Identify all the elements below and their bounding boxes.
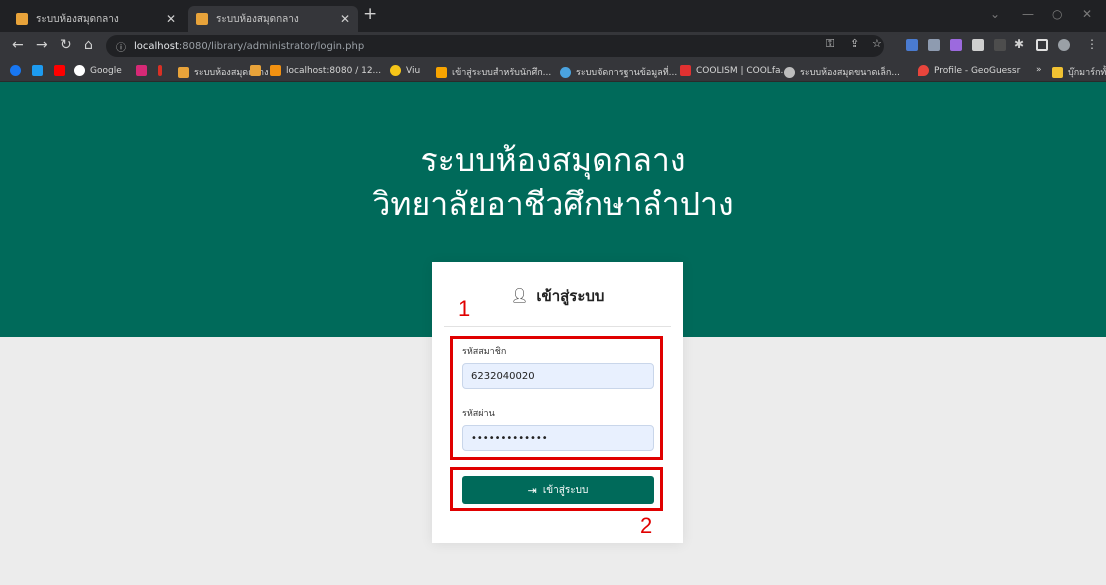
close-window-icon[interactable]: ✕ xyxy=(1082,7,1092,21)
page-subtitle: วิทยาลัยอาชีวศึกษาลำปาง xyxy=(372,185,734,223)
site-icon xyxy=(436,66,447,78)
browser-tab[interactable]: ระบบห้องสมุดกลาง ✕ xyxy=(8,6,184,32)
bookmark-label: Viu xyxy=(406,65,421,76)
page-content: ระบบห้องสมุดกลาง วิทยาลัยอาชีวศึกษาลำปาง… xyxy=(0,82,1106,585)
double-chevron-icon: » xyxy=(1036,65,1042,75)
bookmark-label: Google xyxy=(90,65,122,76)
minimize-icon[interactable]: — xyxy=(1022,7,1034,21)
menu-dots-icon[interactable]: ⋮ xyxy=(1086,37,1098,51)
bookmark-database[interactable]: ระบบจัดการฐานข้อมูลที่... xyxy=(560,65,677,79)
back-icon[interactable]: ← xyxy=(12,37,24,53)
bookmark-youtube[interactable] xyxy=(54,65,70,76)
bookmark-small-library[interactable]: ระบบห้องสมุดขนาดเล็ก... xyxy=(784,65,900,79)
info-icon[interactable]: ⓘ xyxy=(116,39,126,54)
extension-icon[interactable] xyxy=(950,39,962,51)
bookmark-item[interactable] xyxy=(250,65,266,76)
translate-extension-icon[interactable] xyxy=(906,39,918,51)
phpmyadmin-icon xyxy=(270,65,281,76)
divider xyxy=(444,326,671,327)
bookmark-all[interactable]: บุ๊กมาร์กทั้งหมด xyxy=(1052,65,1106,79)
close-icon[interactable]: ✕ xyxy=(166,12,176,26)
address-bar[interactable]: ⓘ localhost :8080/library/administrator/… xyxy=(106,35,884,57)
site-icon xyxy=(178,66,189,78)
key-icon[interactable]: ⚿ xyxy=(826,37,834,51)
bookmark-label: ระบบห้องสมุดขนาดเล็ก... xyxy=(800,68,900,78)
instagram-icon xyxy=(136,65,147,76)
bookmark-label: COOLISM | COOLfa... xyxy=(696,65,790,76)
browser-toolbar: ← → ↻ ⌂ ⓘ localhost :8080/library/admini… xyxy=(0,32,1106,60)
bookmark-icon xyxy=(158,65,162,76)
extensions-puzzle-icon[interactable]: ✱ xyxy=(1014,37,1024,51)
bookmark-facebook[interactable] xyxy=(10,65,26,76)
home-icon[interactable]: ⌂ xyxy=(84,37,93,53)
extension-icon[interactable] xyxy=(994,39,1006,51)
avatar[interactable] xyxy=(1058,39,1070,51)
bookmark-instagram[interactable] xyxy=(136,65,152,76)
site-favicon-icon xyxy=(196,13,208,25)
annotation-number-2: 2 xyxy=(640,513,653,538)
browser-tab-active[interactable]: ระบบห้องสมุดกลาง ✕ xyxy=(188,6,358,32)
bookmark-viu[interactable]: Viu xyxy=(390,65,420,76)
login-heading-text: เข้าสู่ระบบ xyxy=(536,287,605,305)
bookmark-label: localhost:8080 / 12... xyxy=(286,65,382,76)
bookmark-label: เข้าสู่ระบบสำหรับนักศึก... xyxy=(452,68,552,78)
bookmark-label: ระบบจัดการฐานข้อมูลที่... xyxy=(576,68,678,78)
twitter-icon xyxy=(32,65,43,76)
star-icon[interactable]: ☆ xyxy=(872,37,882,50)
forward-icon[interactable]: → xyxy=(36,37,48,53)
bookmark-phpmyadmin[interactable]: localhost:8080 / 12... xyxy=(270,65,381,76)
bookmark-item[interactable] xyxy=(158,65,167,76)
bookmark-coolism[interactable]: COOLISM | COOLfa... xyxy=(680,65,789,76)
annotation-box-1 xyxy=(450,336,663,460)
bookmark-twitter[interactable] xyxy=(32,65,48,76)
maximize-icon[interactable]: ○ xyxy=(1052,7,1062,21)
globe-icon xyxy=(784,66,795,78)
annotation-box-2 xyxy=(450,467,663,511)
google-icon xyxy=(74,65,85,76)
page-title: ระบบห้องสมุดกลาง xyxy=(420,141,686,179)
tab-title: ระบบห้องสมุดกลาง xyxy=(36,13,119,25)
pin-icon xyxy=(918,65,929,76)
site-icon xyxy=(560,66,571,78)
new-tab-icon[interactable]: + xyxy=(363,4,377,24)
annotation-number-1: 1 xyxy=(458,296,471,321)
camera-extension-icon[interactable] xyxy=(972,39,984,51)
tab-title: ระบบห้องสมุดกลาง xyxy=(216,13,299,25)
folder-icon xyxy=(1052,66,1063,78)
browser-tabstrip: ระบบห้องสมุดกลาง ✕ ระบบห้องสมุดกลาง ✕ + … xyxy=(0,0,1106,32)
user-icon: 👤︎ xyxy=(510,288,529,304)
chevron-down-icon[interactable]: ⌄ xyxy=(990,7,1000,21)
url-path: :8080/library/administrator/login.php xyxy=(178,40,365,52)
site-icon xyxy=(680,65,691,76)
bookmark-google[interactable]: Google xyxy=(74,65,122,76)
site-icon xyxy=(250,65,261,76)
bookmark-student-login[interactable]: เข้าสู่ระบบสำหรับนักศึก... xyxy=(436,65,551,79)
bookmark-overflow[interactable]: » xyxy=(1036,65,1042,75)
site-favicon-icon xyxy=(16,13,28,25)
bookmark-label: Profile - GeoGuessr xyxy=(934,65,1021,76)
bookmark-label: บุ๊กมาร์กทั้งหมด xyxy=(1068,68,1106,78)
close-icon[interactable]: ✕ xyxy=(340,12,350,26)
sidebar-icon[interactable] xyxy=(1036,39,1048,51)
reload-icon[interactable]: ↻ xyxy=(60,37,72,53)
youtube-icon xyxy=(54,65,65,76)
bookmarks-bar: Google ระบบห้องสมุดกลาง localhost:8080 /… xyxy=(0,60,1106,82)
share-icon[interactable]: ⇪ xyxy=(850,37,859,50)
facebook-icon xyxy=(10,65,21,76)
viu-icon xyxy=(390,65,401,76)
url-host: localhost xyxy=(134,40,179,52)
extension-icon[interactable] xyxy=(928,39,940,51)
bookmark-geoguessr[interactable]: Profile - GeoGuessr xyxy=(918,65,1020,76)
